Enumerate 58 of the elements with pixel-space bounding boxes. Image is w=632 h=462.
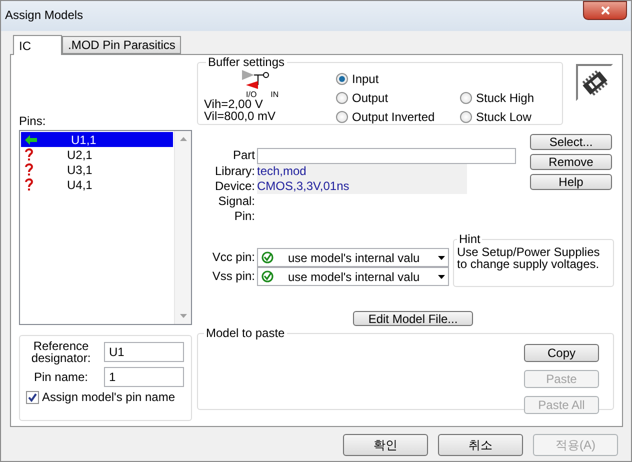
dialog-button[interactable]: 확인: [343, 434, 428, 456]
power-label: Vss pin:: [211, 268, 255, 285]
close-button[interactable]: [583, 1, 627, 20]
paste-group-button[interactable]: Copy: [524, 344, 599, 362]
vih-label: Vih=2,00 V: [204, 98, 264, 110]
assign-checkbox[interactable]: [26, 390, 39, 404]
pin-item[interactable]: U3,1: [21, 162, 173, 177]
designator-field[interactable]: U1: [104, 342, 184, 362]
part-label: Part: [232, 148, 255, 163]
side-button[interactable]: Select...: [530, 134, 612, 150]
assign-label: Assign model's pin name: [42, 390, 176, 404]
pin-item[interactable]: U4,1: [21, 177, 173, 192]
pin-item[interactable]: U1,1: [21, 132, 173, 147]
question-icon: [25, 178, 33, 191]
arrow-icon: [25, 134, 37, 144]
group-title: Hint: [458, 232, 482, 246]
scroll-down-icon: [180, 314, 186, 318]
designator-label: Reference designator:: [30, 340, 92, 364]
info-label: Pin:: [233, 209, 255, 224]
info-label: Signal:: [217, 194, 255, 209]
group-title: Model to paste: [205, 326, 286, 340]
tab[interactable]: IC: [13, 35, 62, 55]
info-label: Device:: [214, 179, 255, 194]
info-value: CMOS,3,3V,01ns: [257, 179, 467, 194]
scroll-up-icon: [180, 137, 186, 141]
mode-radio[interactable]: Output: [336, 90, 460, 104]
power-label: Vcc pin:: [211, 249, 255, 266]
edit-model-button[interactable]: Edit Model File...: [353, 311, 473, 326]
side-button[interactable]: Remove: [530, 154, 612, 170]
info-label: Library:: [214, 164, 255, 179]
mode-radio[interactable]: Stuck High: [460, 90, 534, 104]
dialog-button[interactable]: 취소: [438, 434, 523, 456]
side-button[interactable]: Help: [530, 174, 612, 190]
group-title: Buffer settings: [207, 55, 286, 69]
pin-name-label: Pin name:: [32, 371, 90, 383]
caret-icon: [438, 274, 445, 278]
tab[interactable]: .MOD Pin Parasitics: [62, 36, 182, 54]
power-dropdown[interactable]: use model's internal valu: [257, 267, 449, 286]
power-dropdown[interactable]: use model's internal valu: [257, 248, 449, 267]
mode-radio[interactable]: Output Inverted: [336, 110, 460, 124]
pin-name-field[interactable]: 1: [104, 367, 184, 387]
terminal-label: I/O: [246, 91, 257, 98]
hint-text: Use Setup/Power Supplies to change supply voltages.: [457, 246, 601, 273]
scrollbar[interactable]: [174, 131, 191, 324]
question-icon: [25, 163, 33, 176]
close-icon: [600, 6, 610, 15]
check-icon: [28, 392, 37, 402]
pin-item[interactable]: U2,1: [21, 147, 173, 162]
part-field[interactable]: [257, 148, 516, 164]
caret-icon: [438, 256, 445, 260]
question-icon: [25, 148, 33, 161]
terminal-label: IN: [270, 91, 279, 98]
window-title: Assign Models: [5, 7, 84, 22]
pins-label: Pins:: [19, 114, 47, 128]
info-value: tech,mod: [257, 164, 467, 179]
mode-radio[interactable]: Input: [336, 72, 460, 86]
vil-label: Vil=800,0 mV: [204, 110, 276, 122]
mode-radio[interactable]: Stuck Low: [460, 110, 534, 124]
